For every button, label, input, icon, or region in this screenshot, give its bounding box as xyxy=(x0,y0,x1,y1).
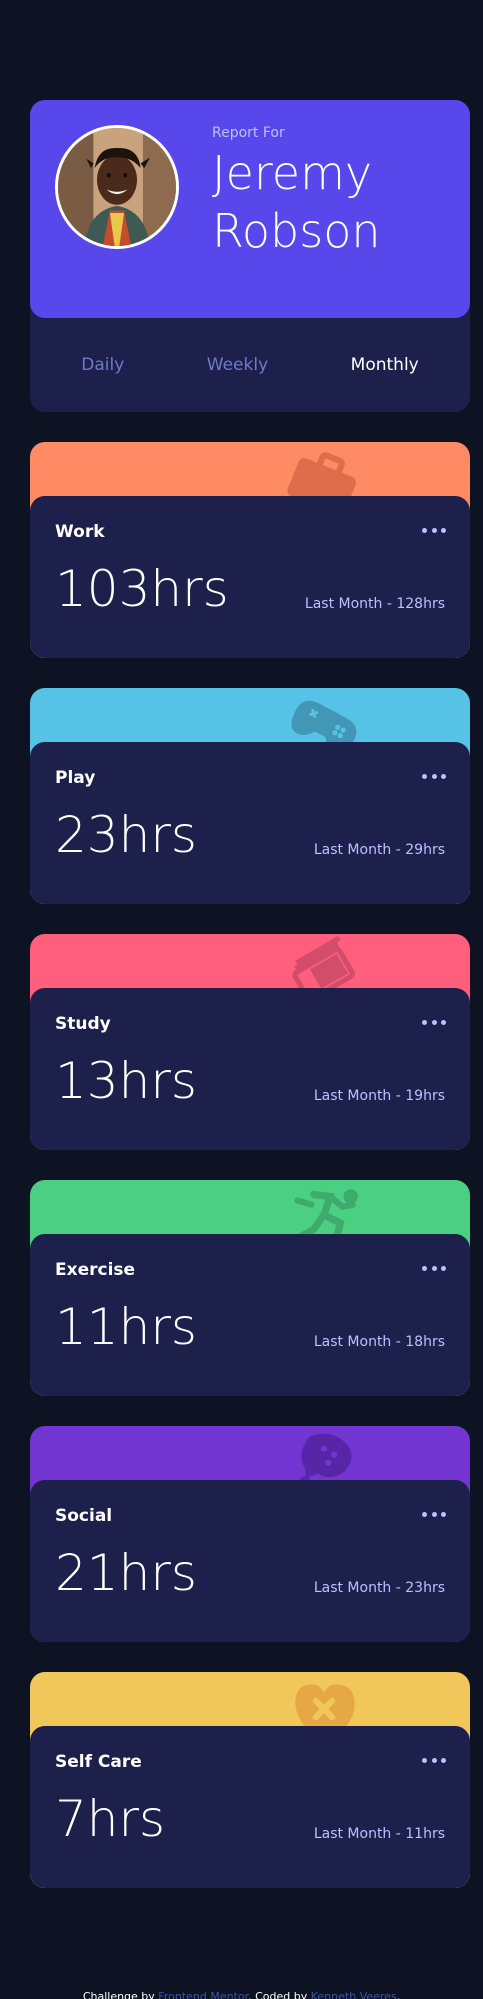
avatar-photo xyxy=(58,128,176,246)
activity-card-exercise: Exercise 11hrs Last Month - 18hrs xyxy=(30,1180,470,1396)
current-hours: 23hrs xyxy=(55,806,197,864)
avatar xyxy=(55,125,179,249)
previous-hours: Last Month - 29hrs xyxy=(313,842,445,858)
current-hours: 11hrs xyxy=(55,1298,197,1356)
current-hours: 7hrs xyxy=(55,1790,166,1848)
user-name: Jeremy Robson xyxy=(212,146,381,258)
activity-card-work: Work 103hrs Last Month - 128hrs xyxy=(30,442,470,658)
current-hours: 13hrs xyxy=(55,1052,197,1110)
frontend-mentor-link[interactable]: Frontend Mentor xyxy=(158,1990,248,1999)
ellipsis-icon[interactable] xyxy=(422,524,446,536)
ellipsis-icon[interactable] xyxy=(422,1754,446,1766)
activity-title: Exercise xyxy=(55,1260,136,1280)
previous-hours: Last Month - 23hrs xyxy=(313,1580,445,1596)
activity-panel[interactable]: Self Care 7hrs Last Month - 11hrs xyxy=(30,1726,470,1888)
author-link[interactable]: Kenneth Veeres xyxy=(311,1990,397,1999)
tab-weekly[interactable]: Weekly xyxy=(207,355,268,375)
activity-title: Self Care xyxy=(55,1752,142,1772)
previous-hours: Last Month - 18hrs xyxy=(313,1334,445,1350)
activity-panel[interactable]: Study 13hrs Last Month - 19hrs xyxy=(30,988,470,1150)
activity-title: Social xyxy=(55,1506,113,1526)
activity-panel[interactable]: Exercise 11hrs Last Month - 18hrs xyxy=(30,1234,470,1396)
challenge-by-text: Challenge by xyxy=(82,1990,155,1999)
coded-by-text: Coded by xyxy=(255,1990,308,1999)
profile-header: Report For Jeremy Robson xyxy=(30,100,470,318)
tab-monthly[interactable]: Monthly xyxy=(351,355,419,375)
current-hours: 21hrs xyxy=(55,1544,197,1602)
ellipsis-icon[interactable] xyxy=(422,1508,446,1520)
activity-title: Work xyxy=(55,522,105,542)
activity-card-social: Social 21hrs Last Month - 23hrs xyxy=(30,1426,470,1642)
report-for-label: Report For xyxy=(212,125,285,141)
activity-panel[interactable]: Work 103hrs Last Month - 128hrs xyxy=(30,496,470,658)
activity-panel[interactable]: Social 21hrs Last Month - 23hrs xyxy=(30,1480,470,1642)
dashboard: Report For Jeremy Robson Daily Weekly Mo… xyxy=(30,100,470,1888)
activity-card-play: Play 23hrs Last Month - 29hrs xyxy=(30,688,470,904)
previous-hours: Last Month - 19hrs xyxy=(313,1088,445,1104)
activity-title: Study xyxy=(55,1014,111,1034)
previous-hours: Last Month - 11hrs xyxy=(313,1826,445,1842)
profile-card: Report For Jeremy Robson Daily Weekly Mo… xyxy=(30,100,470,412)
current-hours: 103hrs xyxy=(55,560,229,618)
activity-panel[interactable]: Play 23hrs Last Month - 29hrs xyxy=(30,742,470,904)
activity-card-study: Study 13hrs Last Month - 19hrs xyxy=(30,934,470,1150)
activity-title: Play xyxy=(55,768,96,788)
attribution-footer: Challenge by Frontend Mentor. Coded by K… xyxy=(0,1990,483,1999)
previous-hours: Last Month - 128hrs xyxy=(304,596,445,612)
tab-daily[interactable]: Daily xyxy=(81,355,124,375)
activity-card-self-care: Self Care 7hrs Last Month - 11hrs xyxy=(30,1672,470,1888)
ellipsis-icon[interactable] xyxy=(422,770,446,782)
ellipsis-icon[interactable] xyxy=(422,1262,446,1274)
ellipsis-icon[interactable] xyxy=(422,1016,446,1028)
timeframe-tabs: Daily Weekly Monthly xyxy=(30,318,470,412)
